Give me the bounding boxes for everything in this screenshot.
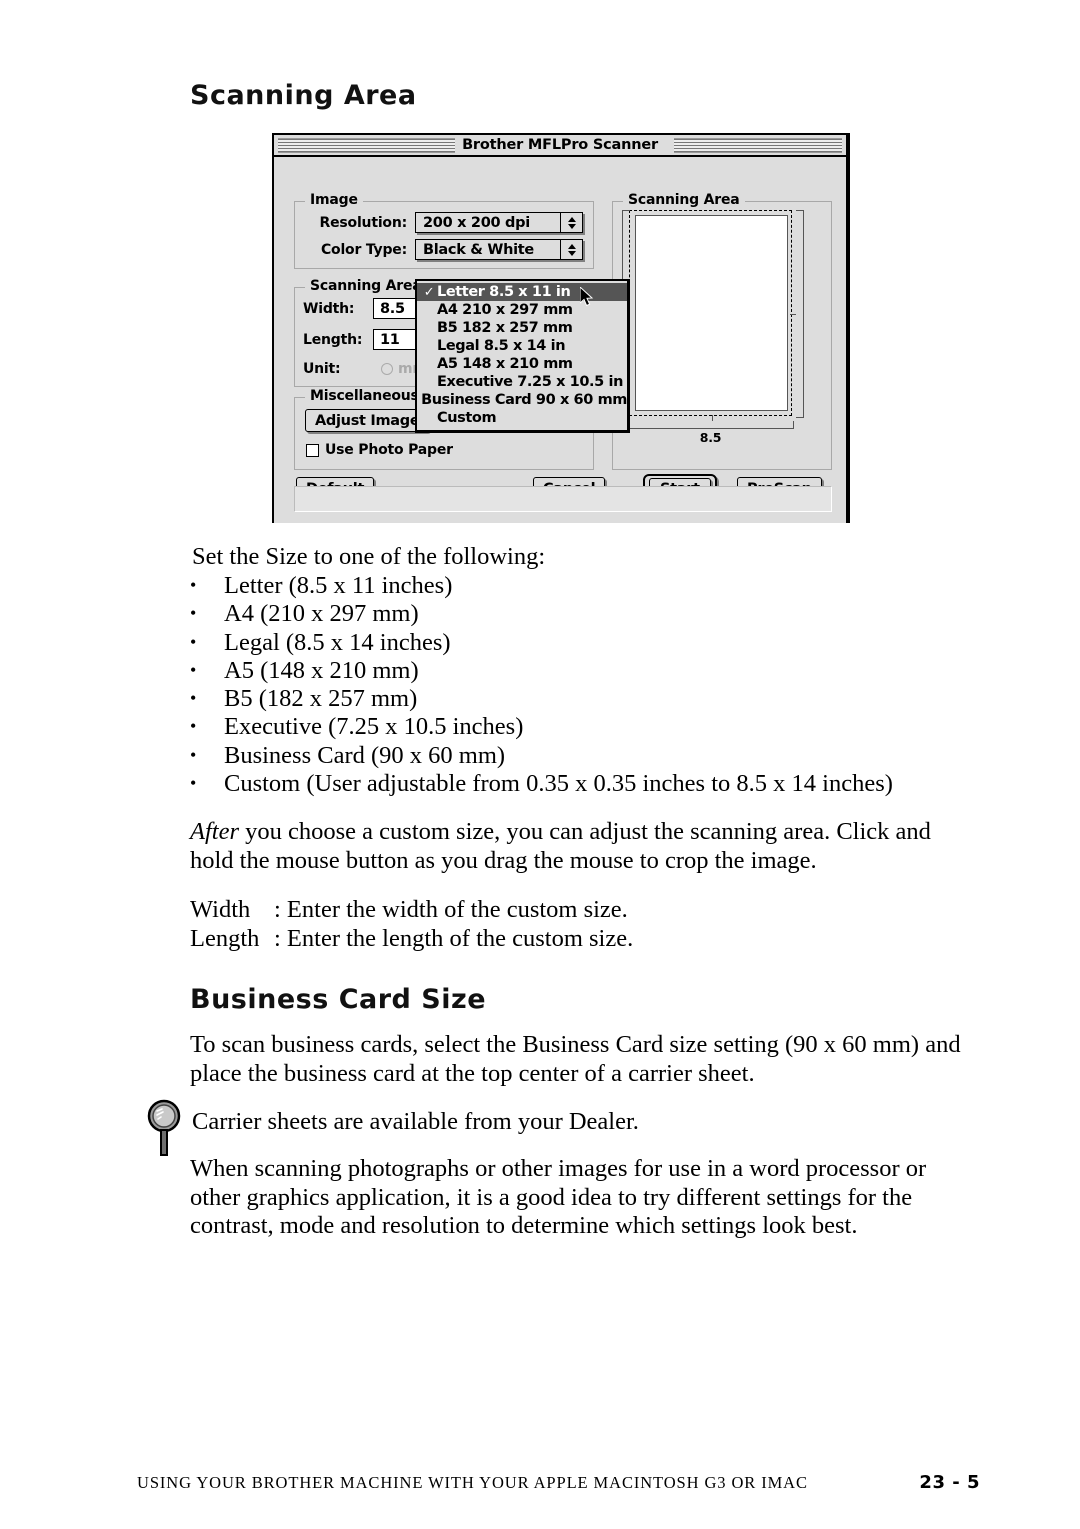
image-group: Image Resolution: 200 x 200 dpi Color Ty… <box>294 192 594 269</box>
use-photo-paper-label: Use Photo Paper <box>325 442 453 458</box>
color-type-label: Color Type: <box>320 241 407 258</box>
resolution-popup[interactable]: 200 x 200 dpi <box>415 212 583 233</box>
list-item: Custom (User adjustable from 0.35 x 0.35… <box>190 769 893 798</box>
menu-item-label: A4 210 x 297 mm <box>437 302 573 318</box>
list-item: Letter (8.5 x 11 inches) <box>190 571 893 600</box>
color-type-popup-arrows-icon <box>560 240 582 259</box>
dialog-body: Image Resolution: 200 x 200 dpi Color Ty… <box>274 157 846 523</box>
miscellaneous-group-legend: Miscellaneous <box>305 388 424 404</box>
menu-item-business-card[interactable]: Business Card 90 x 60 mm <box>417 391 627 409</box>
list-item: Business Card (90 x 60 mm) <box>190 741 893 770</box>
status-bar <box>294 486 832 512</box>
paper-size-menu[interactable]: ✓ Letter 8.5 x 11 in A4 210 x 297 mm B5 … <box>415 279 630 433</box>
final-paragraph: When scanning photographs or other image… <box>190 1155 927 1239</box>
preview-width-dimension-label: 8.5 <box>699 430 722 445</box>
list-item: Legal (8.5 x 14 inches) <box>190 628 893 657</box>
list-item: Executive (7.25 x 10.5 inches) <box>190 712 893 741</box>
scanner-dialog-window: Brother MFLPro Scanner Image Resolution:… <box>272 133 850 523</box>
length-row: Length: 11 <box>303 329 425 350</box>
width-label: Width: <box>303 300 355 317</box>
intro-paragraph: Set the Size to one of the following: <box>192 543 546 570</box>
menu-item-label: Custom <box>437 410 497 426</box>
list-item: A5 (148 x 210 mm) <box>190 656 893 685</box>
length-label: Length: <box>303 331 363 348</box>
mouse-cursor-icon <box>580 287 594 307</box>
measure-bracket-bottom <box>629 415 794 429</box>
preview-group-legend: Scanning Area <box>623 192 745 208</box>
menu-item-a5[interactable]: A5 148 x 210 mm <box>417 355 627 373</box>
width-definition-text: : Enter the width of the custom size. <box>274 896 628 923</box>
resolution-popup-arrows-icon <box>560 213 582 232</box>
business-card-paragraph: To scan business cards, select the Busin… <box>190 1031 961 1087</box>
adjust-image-button[interactable]: Adjust Image <box>305 409 430 432</box>
scanning-area-group-legend: Scanning Area <box>305 278 427 294</box>
unit-label: Unit: <box>303 361 341 377</box>
titlebar-stripes-right <box>674 138 842 153</box>
color-type-row: Color Type: Black & White <box>303 239 583 260</box>
use-photo-paper-checkbox[interactable]: Use Photo Paper <box>306 442 453 458</box>
menu-item-label: Executive 7.25 x 10.5 in <box>437 374 623 390</box>
list-item: B5 (182 x 257 mm) <box>190 684 893 713</box>
length-definition-text: : Enter the length of the custom size. <box>274 924 634 952</box>
menu-item-executive[interactable]: Executive 7.25 x 10.5 in <box>417 373 627 391</box>
scanning-area-preview-group: Scanning Area 8.5 <box>612 192 832 470</box>
menu-item-label: A5 148 x 210 mm <box>437 356 573 372</box>
width-row: Width: 8.5 <box>303 298 425 319</box>
resolution-label: Resolution: <box>319 214 408 231</box>
after-emphasis: After <box>190 818 239 845</box>
measure-bracket-right <box>790 210 804 418</box>
footer-page-number: 23 - 5 <box>919 1472 980 1493</box>
menu-item-label: B5 182 x 257 mm <box>437 320 573 336</box>
dialog-title: Brother MFLPro Scanner <box>455 137 665 153</box>
image-group-legend: Image <box>305 192 363 208</box>
menu-item-legal[interactable]: Legal 8.5 x 14 in <box>417 337 627 355</box>
after-rest: you choose a custom size, you can adjust… <box>190 818 931 874</box>
paper-size-list: Letter (8.5 x 11 inches) A4 (210 x 297 m… <box>190 571 893 798</box>
width-length-definitions: Width : Enter the width of the custom siz… <box>190 896 633 953</box>
footer-title: Using Your Brother Machine With Your App… <box>137 1473 808 1492</box>
length-definition-term: Length <box>190 924 260 952</box>
page-title-scanning-area: Scanning Area <box>190 80 417 111</box>
menu-item-label: Letter 8.5 x 11 in <box>437 284 571 300</box>
list-item: A4 (210 x 297 mm) <box>190 599 893 628</box>
magnifier-note-icon <box>147 1099 181 1156</box>
menu-item-custom[interactable]: Custom <box>417 409 627 427</box>
menu-item-label: Legal 8.5 x 14 in <box>437 338 566 354</box>
menu-item-b5[interactable]: B5 182 x 257 mm <box>417 319 627 337</box>
color-type-popup[interactable]: Black & White <box>415 239 583 260</box>
dialog-titlebar[interactable]: Brother MFLPro Scanner <box>274 135 846 157</box>
width-definition-row: Width : Enter the width of the custom siz… <box>190 896 633 925</box>
page-footer: Using Your Brother Machine With Your App… <box>137 1472 980 1493</box>
width-definition-term: Width <box>190 896 251 923</box>
color-type-value: Black & White <box>423 241 534 258</box>
length-definition-row: Length : Enter the length of the custom s… <box>190 925 633 954</box>
page-title-business-card-size: Business Card Size <box>190 984 487 1015</box>
preview-crop-rectangle[interactable] <box>629 210 792 416</box>
checkmark-icon: ✓ <box>423 284 435 300</box>
resolution-row: Resolution: 200 x 200 dpi <box>303 212 583 233</box>
menu-item-label: Business Card 90 x 60 mm <box>421 392 627 408</box>
resolution-value: 200 x 200 dpi <box>423 214 530 231</box>
note-paragraph: Carrier sheets are available from your D… <box>192 1108 639 1135</box>
unit-row: Unit: mm <box>303 361 427 377</box>
radio-icon <box>381 363 393 375</box>
custom-size-paragraph: After you choose a custom size, you can … <box>190 818 980 875</box>
checkbox-icon <box>306 443 319 457</box>
